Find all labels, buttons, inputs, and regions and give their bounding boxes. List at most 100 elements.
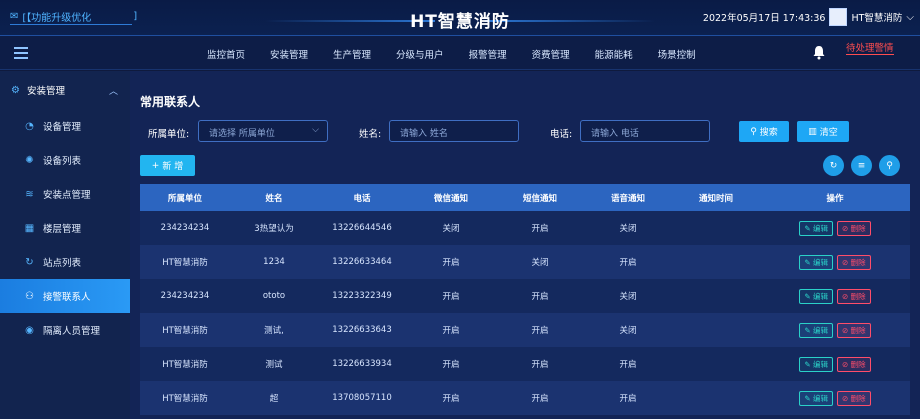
nav-item-alarm[interactable]: 报警管理	[469, 47, 507, 61]
unit-select[interactable]: 请选择 所属单位 ⌵	[198, 120, 328, 142]
col-header-voice: 语音通知	[610, 193, 645, 204]
cell-phone: 13708057110	[332, 393, 392, 403]
cell-wechat: 开启	[442, 360, 460, 370]
edit-button-label: 编辑	[813, 325, 828, 335]
cell-wechat: 开启	[442, 292, 460, 302]
cell-unit: HT智慧消防	[162, 394, 208, 404]
main-nav: 监控首页 安装管理 生产管理 分级与用户 报警管理 资费管理 能源能耗 场景控制…	[0, 36, 920, 70]
cell-sms: 开启	[531, 360, 549, 370]
pencil-icon: ✎	[804, 359, 813, 369]
delete-button[interactable]: ⊘ 删除	[837, 254, 871, 270]
chevron-up-icon: ︿	[108, 86, 118, 97]
table-row: HT智慧消防 测试 13226633934 开启 开启 开启 ✎ 编辑 ⊘ 删除	[140, 347, 910, 381]
cell-name: 测试,	[264, 326, 284, 336]
sidebar-item-alarm-contacts[interactable]: ⚇ 接警联系人	[0, 279, 130, 313]
cell-unit: 234234234	[160, 223, 210, 233]
building-icon: ▦	[24, 222, 35, 234]
name-input[interactable]: 请输入 姓名	[389, 120, 519, 142]
pencil-icon: ✎	[804, 393, 813, 403]
edit-button-label: 编辑	[813, 257, 828, 267]
cell-sms: 关闭	[531, 258, 549, 268]
delete-button[interactable]: ⊘ 删除	[837, 220, 871, 236]
datetime-display: 2022年05月17日 17:43:36	[702, 13, 826, 24]
header-right: 2022年05月17日 17:43:36 HT智慧消防 ⌵	[703, 8, 914, 26]
add-button[interactable]: + 新 增	[140, 155, 195, 176]
nav-item-scene[interactable]: 场景控制	[658, 47, 696, 61]
cell-phone: 13226633934	[332, 359, 392, 369]
layers-icon: ≋	[25, 188, 34, 200]
cell-voice: 开启	[619, 360, 637, 370]
sidebar-item-install-points[interactable]: ≋ 安装点管理	[0, 177, 130, 211]
table-row: HT智慧消防 测试, 13226633643 开启 开启 关闭 ✎ 编辑 ⊘ 删除	[140, 313, 910, 347]
chevron-down-icon[interactable]: ⌵	[906, 12, 914, 23]
delete-button[interactable]: ⊘ 删除	[837, 288, 871, 304]
edit-button[interactable]: ✎ 编辑	[799, 356, 833, 372]
cell-voice: 开启	[619, 258, 637, 268]
delete-button-label: 删除	[850, 325, 866, 335]
delete-button[interactable]: ⊘ 删除	[837, 390, 871, 406]
user-name[interactable]: HT智慧消防	[851, 10, 902, 24]
row-actions: ✎ 编辑 ⊘ 删除	[760, 390, 910, 406]
sidebar-item-device-mgmt[interactable]: ◔ 设备管理	[0, 109, 130, 143]
edit-button[interactable]: ✎ 编辑	[799, 288, 833, 304]
row-actions: ✎ 编辑 ⊘ 删除	[760, 288, 910, 304]
delete-button-label: 删除	[850, 257, 866, 267]
edit-button[interactable]: ✎ 编辑	[799, 220, 833, 236]
column-settings-button[interactable]: ≡	[851, 155, 872, 176]
phone-label: 电话:	[550, 129, 573, 140]
cell-sms: 开启	[531, 326, 549, 336]
sliders-icon: ≡	[857, 160, 866, 171]
edit-button-label: 编辑	[813, 291, 828, 301]
nav-item-install[interactable]: 安装管理	[270, 47, 308, 61]
edit-button[interactable]: ✎ 编辑	[799, 390, 833, 406]
cell-voice: 关闭	[619, 326, 637, 336]
cell-voice: 关闭	[619, 292, 637, 302]
sidebar-item-isolation[interactable]: ◉ 隔离人员管理	[0, 313, 130, 347]
sidebar-item-floors[interactable]: ▦ 楼层管理	[0, 211, 130, 245]
top-header: ✉ [【功能升级优化 ] HT智慧消防 2022年05月17日 17:43:36…	[0, 0, 920, 36]
table-row: 234234234 3热望认为 13226644546 关闭 开启 关闭 ✎ 编辑 ⊘ 删除	[140, 211, 910, 245]
edit-button[interactable]: ✎ 编辑	[799, 254, 833, 270]
pending-alarm-link[interactable]: 待处理警情	[846, 40, 894, 55]
avatar[interactable]	[829, 8, 848, 26]
pencil-icon: ✎	[804, 325, 813, 335]
cell-name: 1234	[263, 257, 285, 267]
refresh-button[interactable]: ↻	[823, 155, 844, 176]
nav-item-energy[interactable]: 能源能耗	[595, 47, 633, 61]
nav-item-users[interactable]: 分级与用户	[396, 47, 444, 61]
col-header-notify-time: 通知时间	[698, 193, 733, 204]
main-content: 常用联系人 所属单位: 请选择 所属单位 ⌵ 姓名: 请输入 姓名 电话: 请输…	[130, 71, 920, 419]
bell-icon[interactable]	[812, 45, 826, 60]
edit-button[interactable]: ✎ 编辑	[799, 322, 833, 338]
delete-button[interactable]: ⊘ 删除	[837, 322, 871, 338]
cell-phone: 13223322349	[332, 291, 392, 301]
eye-icon: ◉	[25, 324, 34, 336]
phone-input[interactable]: 请输入 电话	[580, 120, 710, 142]
sidebar-item-device-list[interactable]: ✺ 设备列表	[0, 143, 130, 177]
sidebar-item-sites[interactable]: ↻ 站点列表	[0, 245, 130, 279]
cell-phone: 13226633464	[332, 257, 392, 267]
delete-button[interactable]: ⊘ 删除	[837, 356, 871, 372]
cell-wechat: 开启	[442, 326, 460, 336]
sidebar-item-label: 站点列表	[43, 258, 82, 269]
nav-item-home[interactable]: 监控首页	[207, 47, 245, 61]
add-button-label: 新 增	[162, 162, 184, 172]
cell-voice: 开启	[619, 394, 637, 404]
search-toggle-button[interactable]: ⚲	[879, 155, 900, 176]
search-button[interactable]: ⚲ 搜索	[739, 121, 789, 142]
cell-unit: 234234234	[160, 291, 210, 301]
col-header-name: 姓名	[265, 193, 283, 204]
nav-item-billing[interactable]: 资费管理	[532, 47, 570, 61]
refresh-icon: ↻	[25, 256, 34, 268]
pencil-icon: ✎	[804, 291, 813, 301]
delete-icon: ⊘	[842, 393, 851, 403]
delete-icon: ⊘	[842, 223, 851, 233]
delete-button-label: 删除	[850, 393, 866, 403]
nav-item-production[interactable]: 生产管理	[333, 47, 371, 61]
delete-icon: ⊘	[842, 325, 851, 335]
name-label: 姓名:	[359, 129, 382, 140]
col-header-sms: 短信通知	[522, 193, 557, 204]
sidebar-group-install[interactable]: ⚙ 安装管理 ︿	[0, 71, 130, 109]
menu-toggle-icon[interactable]	[14, 47, 28, 59]
clear-button[interactable]: ▥ 清空	[797, 121, 849, 142]
